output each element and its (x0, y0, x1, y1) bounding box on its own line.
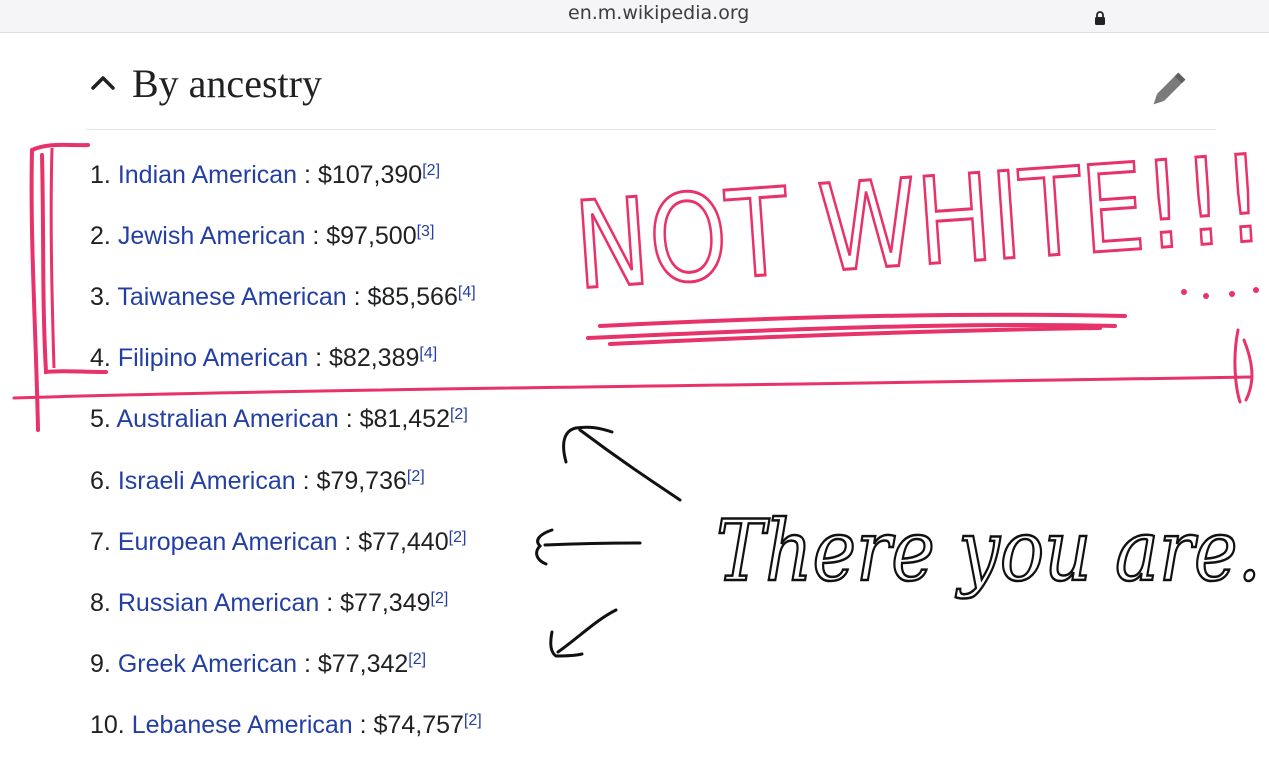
separator: : (297, 161, 318, 189)
list-item: 10. Lebanese American : $74,757[2] (90, 710, 482, 740)
citation-link[interactable]: [2] (422, 162, 440, 179)
group-link[interactable]: Russian American (118, 589, 319, 617)
list-item-rank: 6. (90, 467, 111, 495)
section-heading[interactable]: By ancestry (0, 50, 1269, 128)
citation-link[interactable]: [2] (450, 406, 468, 423)
separator: : (305, 222, 327, 250)
citation-link[interactable]: [2] (464, 712, 482, 729)
list-item-rank: 4. (90, 344, 111, 372)
list-item-rank: 2. (90, 222, 111, 250)
list-item-rank: 1. (90, 161, 111, 189)
list-item: 4. Filipino American : $82,389[4] (90, 343, 437, 373)
citation-link[interactable]: [2] (408, 651, 426, 668)
group-link[interactable]: Taiwanese American (117, 283, 346, 311)
group-link[interactable]: Australian American (116, 405, 338, 433)
list-item-rank: 5. (90, 405, 111, 433)
citation-link[interactable]: [4] (458, 284, 476, 301)
median-income-value: $74,757 (373, 711, 464, 739)
median-income-value: $77,349 (340, 589, 431, 617)
median-income-value: $81,452 (359, 405, 450, 433)
separator: : (308, 344, 330, 372)
list-item: 9. Greek American : $77,342[2] (90, 649, 426, 679)
citation-link[interactable]: [2] (449, 529, 467, 546)
pink-divider-end-annotation (1233, 328, 1254, 404)
list-item-rank: 9. (90, 650, 111, 678)
list-item: 8. Russian American : $77,349[2] (90, 588, 448, 618)
not-white-annotation: NOT WHITE!!! (570, 130, 1268, 317)
section-title: By ancestry (132, 61, 322, 106)
pink-divider-annotation (12, 375, 1254, 400)
median-income-value: $107,390 (317, 161, 423, 189)
browser-url-bar[interactable]: en.m.wikipedia.org (0, 0, 1269, 33)
citation-link[interactable]: [2] (407, 468, 425, 485)
list-item: 5. Australian American : $81,452[2] (90, 404, 468, 434)
group-link[interactable]: European American (118, 528, 338, 556)
list-item-rank: 10. (90, 711, 125, 739)
citation-link[interactable]: [4] (419, 345, 437, 362)
arrow-to-greek-annotation (549, 608, 618, 658)
median-income-value: $97,500 (326, 222, 417, 250)
group-link[interactable]: Israeli American (118, 467, 296, 495)
pink-underline-annotation (586, 312, 1127, 346)
separator: : (297, 650, 318, 678)
group-link[interactable]: Indian American (118, 161, 297, 189)
citation-link[interactable]: [3] (417, 223, 435, 240)
pink-dots-annotation (1181, 287, 1259, 299)
group-link[interactable]: Lebanese American (132, 711, 353, 739)
group-link[interactable]: Filipino American (118, 344, 308, 372)
list-item: 3. Taiwanese American : $85,566[4] (90, 282, 476, 312)
separator: : (338, 405, 360, 433)
median-income-value: $82,389 (329, 344, 420, 372)
list-item: 6. Israeli American : $79,736[2] (90, 466, 425, 496)
group-link[interactable]: Jewish American (118, 222, 306, 250)
list-item: 2. Jewish American : $97,500[3] (90, 221, 434, 251)
median-income-value: $77,342 (317, 650, 409, 678)
separator: : (352, 711, 374, 739)
citation-link[interactable]: [2] (431, 590, 449, 607)
list-item: 1. Indian American : $107,390[2] (90, 160, 440, 190)
separator: : (319, 589, 341, 617)
separator: : (346, 283, 368, 311)
url-host-text: en.m.wikipedia.org (568, 2, 750, 24)
list-item-rank: 3. (90, 283, 111, 311)
list-item: 7. European American : $77,440[2] (90, 527, 466, 557)
separator: : (337, 528, 359, 556)
arrow-to-australian-annotation (562, 425, 682, 502)
group-link[interactable]: Greek American (118, 650, 297, 678)
list-item-rank: 7. (90, 528, 111, 556)
pencil-icon[interactable] (1144, 68, 1190, 114)
median-income-value: $79,736 (316, 467, 407, 495)
section-divider (86, 129, 1216, 130)
there-you-are-annotation: There you are. (716, 502, 1261, 600)
median-income-value: $77,440 (358, 528, 449, 556)
list-item-rank: 8. (90, 589, 111, 617)
median-income-value: $85,566 (367, 283, 458, 311)
pink-bracket-annotation-2 (49, 147, 56, 369)
arrow-to-european-annotation (535, 528, 642, 566)
separator: : (295, 467, 317, 495)
chevron-up-icon[interactable] (88, 68, 118, 98)
lock-icon (1095, 11, 1105, 25)
